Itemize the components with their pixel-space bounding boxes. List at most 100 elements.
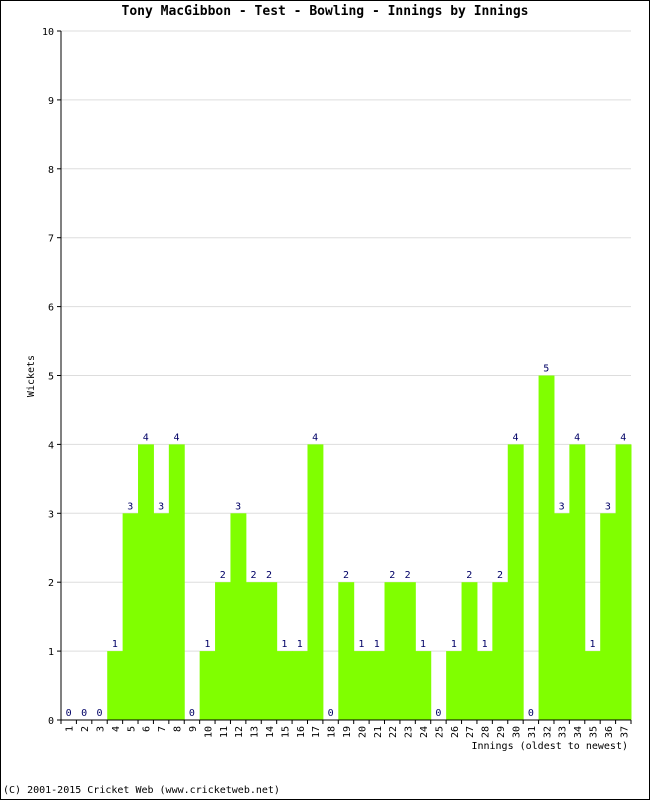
data-label: 2 bbox=[251, 570, 257, 581]
x-tick-label: 13 bbox=[250, 726, 261, 738]
bar bbox=[245, 582, 262, 720]
bar-chart: 0 0 01343401232 21 14021 12 210121240534134 01… bbox=[26, 27, 632, 752]
data-label: 1 bbox=[451, 639, 457, 650]
bar bbox=[384, 582, 401, 720]
y-axis-label: Wickets bbox=[26, 355, 37, 397]
y-tick-label: 1 bbox=[48, 647, 54, 658]
bar bbox=[461, 582, 478, 720]
bar bbox=[584, 651, 601, 720]
x-tick-label: 34 bbox=[573, 726, 584, 738]
data-label: 0 bbox=[435, 708, 441, 719]
copyright-footer: (C) 2001-2015 Cricket Web (www.cricketwe… bbox=[3, 785, 280, 796]
x-tick-label: 32 bbox=[542, 726, 553, 738]
data-label: 5 bbox=[543, 364, 549, 375]
bar bbox=[476, 651, 493, 720]
bar bbox=[199, 651, 216, 720]
x-tick-label: 15 bbox=[280, 726, 291, 738]
y-tick-label: 4 bbox=[48, 440, 54, 451]
x-tick-label: 17 bbox=[311, 726, 322, 738]
data-label: 4 bbox=[312, 432, 318, 443]
x-tick-label: 37 bbox=[619, 726, 630, 738]
data-label: 4 bbox=[620, 432, 626, 443]
data-label: 3 bbox=[158, 501, 164, 512]
x-tick-label: 8 bbox=[173, 726, 184, 732]
data-label: 2 bbox=[405, 570, 411, 581]
bar bbox=[415, 651, 432, 720]
x-tick-label: 29 bbox=[496, 726, 507, 738]
bar bbox=[492, 582, 509, 720]
x-tick-label: 5 bbox=[126, 726, 137, 732]
y-tick-label: 10 bbox=[42, 27, 54, 38]
bar bbox=[538, 375, 555, 720]
bar bbox=[153, 513, 170, 720]
bar bbox=[507, 444, 524, 720]
data-label: 2 bbox=[266, 570, 272, 581]
x-tick-label: 2 bbox=[80, 726, 91, 732]
x-tick-label: 31 bbox=[527, 726, 538, 738]
data-label: 1 bbox=[482, 639, 488, 650]
x-tick-label: 20 bbox=[357, 726, 368, 738]
y-tick-label: 5 bbox=[48, 372, 54, 383]
bar bbox=[353, 651, 370, 720]
y-tick-label: 0 bbox=[48, 716, 54, 727]
data-label: 1 bbox=[297, 639, 303, 650]
data-label: 3 bbox=[127, 501, 133, 512]
x-tick-label: 4 bbox=[111, 726, 122, 732]
x-tick-label: 11 bbox=[219, 726, 230, 738]
x-tick-label: 35 bbox=[588, 726, 599, 738]
x-tick-label: 24 bbox=[419, 726, 430, 738]
x-tick-label: 25 bbox=[434, 726, 445, 738]
bar bbox=[338, 582, 355, 720]
bar bbox=[569, 444, 586, 720]
x-tick-label: 19 bbox=[342, 726, 353, 738]
data-label: 3 bbox=[605, 501, 611, 512]
data-label: 0 bbox=[328, 708, 334, 719]
data-label: 1 bbox=[589, 639, 595, 650]
data-label: 2 bbox=[466, 570, 472, 581]
x-tick-label: 28 bbox=[481, 726, 492, 738]
bar bbox=[122, 513, 139, 720]
data-label: 1 bbox=[112, 639, 118, 650]
data-label: 0 bbox=[66, 708, 72, 719]
data-label: 2 bbox=[343, 570, 349, 581]
bar bbox=[307, 444, 324, 720]
data-label: 4 bbox=[512, 432, 518, 443]
y-tick-label: 7 bbox=[48, 234, 54, 245]
bar bbox=[615, 444, 632, 720]
x-tick-label: 22 bbox=[388, 726, 399, 738]
bars bbox=[107, 375, 632, 720]
x-tick-label: 7 bbox=[157, 726, 168, 732]
y-tick-label: 3 bbox=[48, 509, 54, 520]
x-tick-label: 21 bbox=[373, 726, 384, 738]
y-tick-label: 6 bbox=[48, 303, 54, 314]
data-label: 0 bbox=[81, 708, 87, 719]
data-label: 1 bbox=[281, 639, 287, 650]
x-tick-label: 16 bbox=[296, 726, 307, 738]
bar bbox=[168, 444, 185, 720]
data-label: 2 bbox=[220, 570, 226, 581]
x-tick-label: 18 bbox=[327, 726, 338, 738]
data-label: 4 bbox=[143, 432, 149, 443]
data-label: 0 bbox=[528, 708, 534, 719]
bar bbox=[261, 582, 278, 720]
y-tick-label: 2 bbox=[48, 578, 54, 589]
x-tick-label: 23 bbox=[404, 726, 415, 738]
data-label: 4 bbox=[574, 432, 580, 443]
x-tick-label: 26 bbox=[450, 726, 461, 738]
x-tick-label: 10 bbox=[203, 726, 214, 738]
data-label: 0 bbox=[189, 708, 195, 719]
bar bbox=[276, 651, 293, 720]
data-label: 2 bbox=[497, 570, 503, 581]
bar bbox=[215, 582, 231, 720]
x-tick-label: 33 bbox=[558, 726, 569, 738]
y-tick-label: 9 bbox=[48, 96, 54, 107]
bar bbox=[292, 651, 308, 720]
bar bbox=[107, 651, 124, 720]
data-label: 4 bbox=[174, 432, 180, 443]
x-tick-label: 1 bbox=[65, 726, 76, 732]
data-label: 1 bbox=[420, 639, 426, 650]
data-label: 1 bbox=[204, 639, 210, 650]
data-label: 1 bbox=[358, 639, 364, 650]
x-tick-label: 27 bbox=[465, 726, 476, 738]
x-axis-label: Innings (oldest to newest) bbox=[471, 741, 628, 752]
